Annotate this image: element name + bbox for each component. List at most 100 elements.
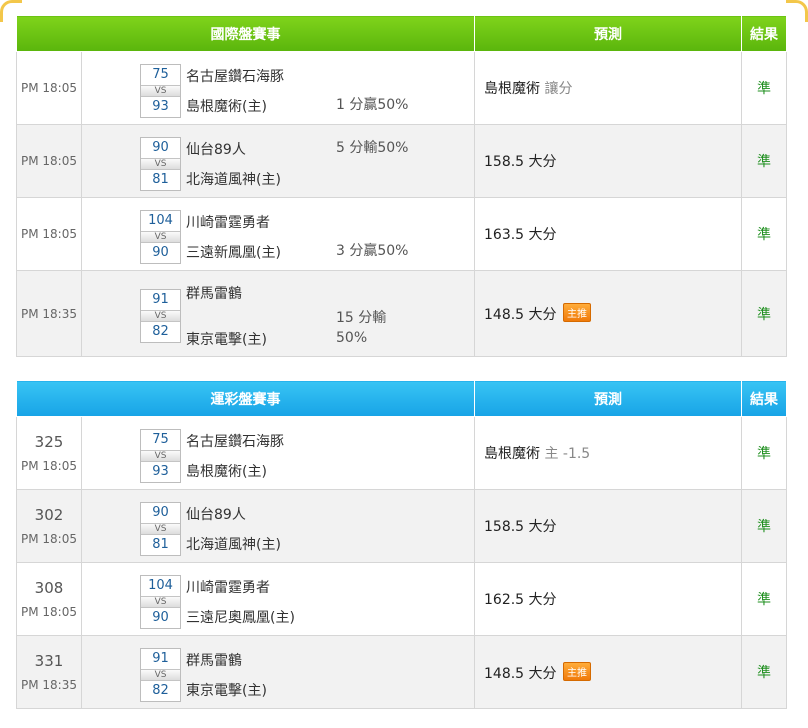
match-time: PM 18:05 — [21, 532, 77, 546]
score-away: 90 — [152, 505, 169, 520]
prediction-text: 島根魔術 — [484, 81, 540, 97]
sports-lottery-panel: 運彩盤賽事 預測 結果 325 PM 18:05 75 VS 93 名古屋鑽石海豚… — [16, 380, 787, 709]
prediction-cell: 162.5 大分 — [474, 562, 742, 636]
sports-lottery-table: 運彩盤賽事 預測 結果 325 PM 18:05 75 VS 93 名古屋鑽石海豚… — [16, 380, 787, 709]
table-row: 331 PM 18:35 91 VS 82 群馬雷鶴 東京電擊(主) 148.5 … — [16, 635, 787, 709]
handicap-line: 1 分贏50% — [336, 97, 409, 113]
team-home[interactable]: 島根魔術(主) — [186, 96, 267, 116]
prediction-text: 158.5 大分 — [484, 154, 557, 170]
team-away[interactable]: 川崎雷霆勇者 — [186, 577, 270, 597]
result-cell: 準 — [741, 270, 787, 357]
result-cell: 準 — [741, 635, 787, 709]
score-box: 90 VS 81 — [140, 137, 181, 191]
team-away[interactable]: 名古屋鑽石海豚 — [186, 431, 284, 451]
team-away[interactable]: 仙台89人 — [186, 139, 246, 159]
vs-label: VS — [141, 523, 180, 535]
team-home[interactable]: 北海道風神(主) — [186, 169, 281, 189]
prediction-cell: 島根魔術 讓分 — [474, 51, 742, 125]
team-home[interactable]: 三遠尼奧鳳凰(主) — [186, 607, 295, 627]
match-cell: 90 VS 81 仙台89人 北海道風神(主) 5 分輸50% — [81, 124, 475, 198]
result-cell: 準 — [741, 51, 787, 125]
team-home[interactable]: 北海道風神(主) — [186, 534, 281, 554]
result-cell: 準 — [741, 124, 787, 198]
prediction-cell: 148.5 大分 主推 — [474, 270, 742, 357]
table-row: PM 18:05 104 VS 90 川崎雷霆勇者 三遠新鳳凰(主) 3 分贏5… — [16, 197, 787, 271]
score-box: 104 VS 90 — [140, 575, 181, 629]
team-home[interactable]: 東京電擊(主) — [186, 680, 267, 700]
match-time: PM 18:35 — [21, 678, 77, 692]
sports-header-result: 結果 — [741, 380, 787, 417]
score-away: 75 — [152, 432, 169, 447]
prediction-text: 163.5 大分 — [484, 227, 557, 243]
intl-odds-table: 國際盤賽事 預測 結果 PM 18:05 75 VS 93 名古屋鑽石海豚 島根… — [16, 15, 787, 357]
time-cell: 308 PM 18:05 — [16, 562, 82, 636]
team-away[interactable]: 川崎雷霆勇者 — [186, 212, 270, 232]
match-time: PM 18:05 — [21, 605, 77, 619]
prediction-sub: 主 -1.5 — [544, 446, 591, 462]
result-cell: 準 — [741, 416, 787, 490]
prediction-cell: 163.5 大分 — [474, 197, 742, 271]
score-away: 90 — [152, 140, 169, 155]
prediction-text: 162.5 大分 — [484, 592, 557, 608]
sports-header-title: 運彩盤賽事 — [16, 380, 475, 417]
score-box: 75 VS 93 — [140, 64, 181, 118]
match-cell: 104 VS 90 川崎雷霆勇者 三遠新鳳凰(主) 3 分贏50% — [81, 197, 475, 271]
prediction-cell: 158.5 大分 — [474, 489, 742, 563]
prediction-text: 158.5 大分 — [484, 519, 557, 535]
match-time: PM 18:05 — [21, 227, 77, 241]
prediction-cell: 158.5 大分 — [474, 124, 742, 198]
time-cell: PM 18:05 — [16, 197, 82, 271]
time-cell: PM 18:05 — [16, 51, 82, 125]
table-row: PM 18:05 90 VS 81 仙台89人 北海道風神(主) 5 分輸50%… — [16, 124, 787, 198]
intl-header-prediction: 預測 — [474, 15, 742, 52]
team-away[interactable]: 仙台89人 — [186, 504, 246, 524]
match-cell: 90 VS 81 仙台89人 北海道風神(主) — [81, 489, 475, 563]
table-row: 325 PM 18:05 75 VS 93 名古屋鑽石海豚 島根魔術(主) 島根魔… — [16, 416, 787, 490]
score-box: 90 VS 81 — [140, 502, 181, 556]
score-home: 90 — [152, 245, 169, 260]
game-number: 331 — [34, 652, 64, 670]
score-home: 82 — [152, 324, 169, 339]
game-number: 308 — [34, 579, 64, 597]
team-home[interactable]: 東京電擊(主) — [186, 329, 267, 349]
sports-header-prediction: 預測 — [474, 380, 742, 417]
vs-label: VS — [141, 231, 180, 243]
team-home[interactable]: 三遠新鳳凰(主) — [186, 242, 281, 262]
vs-label: VS — [141, 310, 180, 322]
score-box: 104 VS 90 — [140, 210, 181, 264]
team-home[interactable]: 島根魔術(主) — [186, 461, 267, 481]
intl-odds-panel: 國際盤賽事 預測 結果 PM 18:05 75 VS 93 名古屋鑽石海豚 島根… — [16, 15, 787, 357]
featured-badge: 主推 — [562, 661, 591, 681]
time-cell: 331 PM 18:35 — [16, 635, 82, 709]
team-away[interactable]: 名古屋鑽石海豚 — [186, 66, 284, 86]
table-row: PM 18:35 91 VS 82 群馬雷鶴 東京電擊(主) 15 分輸 50%… — [16, 270, 787, 357]
match-time: PM 18:05 — [21, 154, 77, 168]
score-away: 104 — [148, 213, 173, 228]
match-cell: 104 VS 90 川崎雷霆勇者 三遠尼奧鳳凰(主) — [81, 562, 475, 636]
team-away[interactable]: 群馬雷鶴 — [186, 650, 242, 670]
frame-corner-right — [786, 0, 808, 22]
vs-label: VS — [141, 450, 180, 462]
score-box: 91 VS 82 — [140, 648, 181, 702]
vs-label: VS — [141, 669, 180, 681]
score-home: 90 — [152, 610, 169, 625]
prediction-cell: 島根魔術 主 -1.5 — [474, 416, 742, 490]
result-cell: 準 — [741, 197, 787, 271]
score-home: 82 — [152, 683, 169, 698]
intl-header-result: 結果 — [741, 15, 787, 52]
match-cell: 91 VS 82 群馬雷鶴 東京電擊(主) — [81, 635, 475, 709]
table-row: PM 18:05 75 VS 93 名古屋鑽石海豚 島根魔術(主) 1 分贏50… — [16, 51, 787, 125]
handicap-line: 3 分贏50% — [336, 243, 409, 259]
score-home: 81 — [152, 172, 169, 187]
team-away[interactable]: 群馬雷鶴 — [186, 283, 242, 303]
time-cell: 325 PM 18:05 — [16, 416, 82, 490]
sports-header-row: 運彩盤賽事 預測 結果 — [16, 380, 787, 417]
handicap-line: 15 分輸 — [336, 310, 387, 326]
time-cell: PM 18:35 — [16, 270, 82, 357]
time-cell: 302 PM 18:05 — [16, 489, 82, 563]
prediction-cell: 148.5 大分 主推 — [474, 635, 742, 709]
prediction-sub: 讓分 — [544, 81, 573, 97]
score-home: 93 — [152, 99, 169, 114]
match-time: PM 18:05 — [21, 459, 77, 473]
score-away: 104 — [148, 578, 173, 593]
